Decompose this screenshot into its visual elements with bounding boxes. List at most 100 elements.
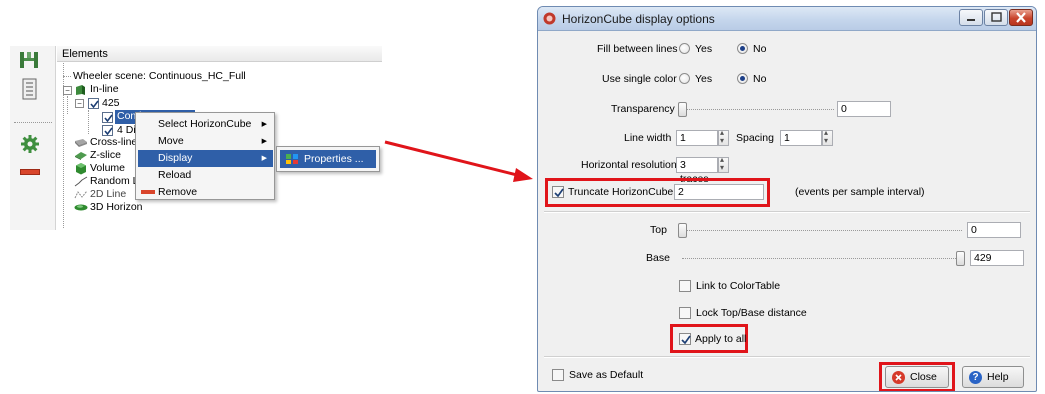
tree-item-crossline[interactable]: Cross-line bbox=[90, 136, 137, 149]
tree-item-zslice[interactable]: Z-slice bbox=[90, 149, 121, 162]
dialog-title: HorizonCube display options bbox=[562, 12, 715, 26]
maximize-button[interactable] bbox=[984, 9, 1008, 26]
transparency-label: Transparency bbox=[611, 103, 675, 115]
menu-item-label: Select HorizonCube bbox=[158, 118, 252, 130]
remove-red-icon bbox=[141, 190, 155, 194]
crossline-icon bbox=[74, 138, 88, 148]
base-label: Base bbox=[646, 252, 670, 264]
horizontal-resolution-label: Horizontal resolution bbox=[581, 159, 677, 171]
horizontal-resolution-spinner[interactable] bbox=[718, 155, 729, 173]
apply-to-all-label: Apply to all bbox=[695, 333, 747, 345]
tree-item-3d-horizon[interactable]: 3D Horizon bbox=[90, 201, 143, 214]
top-label: Top bbox=[650, 224, 667, 236]
section-divider bbox=[544, 211, 1030, 213]
spacing-input[interactable]: 1 bbox=[780, 130, 822, 146]
fill-yes-radio[interactable] bbox=[679, 43, 690, 54]
link-colortable-label: Link to ColorTable bbox=[696, 280, 781, 292]
section-divider bbox=[544, 356, 1030, 358]
transparency-slider-handle[interactable] bbox=[678, 102, 687, 117]
horizoncube-display-dialog: HorizonCube display options Fill between… bbox=[537, 6, 1037, 392]
single-color-label: Use single color bbox=[602, 73, 677, 85]
minimize-button[interactable] bbox=[959, 9, 983, 26]
base-value-input[interactable]: 429 bbox=[970, 250, 1024, 266]
menu-item-reload[interactable]: Reload bbox=[138, 167, 273, 184]
single-color-yes-radio[interactable] bbox=[679, 73, 690, 84]
expand-toggle-icon[interactable]: − bbox=[75, 99, 84, 108]
help-button[interactable]: ? Help bbox=[962, 366, 1024, 388]
toolbar-separator bbox=[14, 122, 52, 123]
link-colortable-checkbox[interactable] bbox=[679, 280, 691, 292]
save-as-default-checkbox[interactable] bbox=[552, 369, 564, 381]
close-circle-icon bbox=[892, 371, 905, 384]
tree-connector bbox=[88, 110, 89, 134]
fill-no-radio[interactable] bbox=[737, 43, 748, 54]
menu-item-display[interactable]: Display ▶ bbox=[138, 150, 273, 167]
spacing-spinner[interactable] bbox=[822, 128, 833, 146]
tree-context-menu: Select HorizonCube ▶ Move ▶ Display ▶ Re… bbox=[135, 112, 275, 200]
menu-item-label: Move bbox=[158, 135, 184, 147]
submenu-arrow-icon: ▶ bbox=[261, 138, 267, 145]
menu-item-label: Display bbox=[158, 152, 193, 164]
truncate-value-input[interactable]: 2 bbox=[674, 184, 764, 200]
line-width-input[interactable]: 1 bbox=[676, 130, 718, 146]
lock-top-base-label: Lock Top/Base distance bbox=[696, 307, 807, 319]
4d-checkbox[interactable] bbox=[102, 125, 113, 136]
tree-scene-label[interactable]: Wheeler scene: Continuous_HC_Full bbox=[73, 70, 246, 83]
tree-item-volume[interactable]: Volume bbox=[90, 162, 125, 175]
menu-item-move[interactable]: Move ▶ bbox=[138, 133, 273, 150]
properties-icon bbox=[285, 153, 299, 165]
well-log-icon[interactable] bbox=[22, 78, 38, 100]
submenu-arrow-icon: ▶ bbox=[261, 121, 267, 128]
transparency-slider-track[interactable] bbox=[680, 109, 834, 110]
top-slider-handle[interactable] bbox=[678, 223, 687, 238]
tree-item-inline[interactable]: In-line bbox=[90, 83, 119, 96]
zslice-icon bbox=[74, 151, 88, 161]
app-icon bbox=[543, 12, 556, 25]
3d-horizon-icon bbox=[74, 203, 88, 212]
menu-item-properties[interactable]: Properties ... bbox=[280, 150, 376, 168]
line-425-checkbox[interactable] bbox=[88, 98, 99, 109]
tree-toolbar bbox=[10, 46, 56, 230]
transparency-input[interactable]: 0 bbox=[837, 101, 891, 117]
dialog-titlebar[interactable]: HorizonCube display options bbox=[538, 7, 1036, 31]
fill-between-lines-label: Fill between lines bbox=[597, 43, 678, 55]
close-button[interactable]: Close bbox=[885, 366, 949, 388]
tree-item-2d-line[interactable]: 2D Line bbox=[90, 188, 126, 201]
horizon-tool-icon[interactable] bbox=[18, 51, 42, 69]
tree-item-random-line[interactable]: Random L bbox=[90, 175, 138, 188]
save-as-default-label: Save as Default bbox=[569, 369, 644, 381]
window-close-button[interactable] bbox=[1009, 9, 1033, 26]
fill-no-label: No bbox=[753, 43, 767, 55]
base-slider-handle[interactable] bbox=[956, 251, 965, 266]
inline-icon bbox=[74, 84, 86, 96]
tree-connector bbox=[67, 96, 68, 114]
single-color-no-radio[interactable] bbox=[737, 73, 748, 84]
lock-top-base-checkbox[interactable] bbox=[679, 307, 691, 319]
menu-item-select-horizoncube[interactable]: Select HorizonCube ▶ bbox=[138, 116, 273, 133]
menu-item-label: Remove bbox=[158, 186, 198, 198]
top-slider-track[interactable] bbox=[682, 230, 962, 231]
apply-to-all-checkbox[interactable] bbox=[679, 333, 691, 345]
menu-item-label: Properties ... bbox=[304, 153, 364, 165]
base-slider-track[interactable] bbox=[682, 258, 958, 259]
menu-item-label: Reload bbox=[158, 169, 192, 181]
top-value-input[interactable]: 0 bbox=[967, 222, 1021, 238]
remove-red-icon[interactable] bbox=[20, 169, 40, 175]
expand-toggle-icon[interactable]: − bbox=[63, 86, 72, 95]
line-width-label: Line width bbox=[624, 132, 672, 144]
single-color-no-label: No bbox=[753, 73, 767, 85]
tree-item-425[interactable]: 425 bbox=[102, 97, 120, 110]
horizontal-resolution-input[interactable]: 3 traces bbox=[676, 157, 718, 185]
truncate-horizoncube-checkbox[interactable] bbox=[552, 186, 564, 198]
horizoncube-checkbox[interactable] bbox=[102, 112, 113, 123]
fill-yes-label: Yes bbox=[695, 43, 713, 55]
single-color-yes-label: Yes bbox=[695, 73, 713, 85]
2d-line-icon bbox=[74, 189, 88, 200]
close-button-label: Close bbox=[910, 371, 937, 383]
menu-item-remove[interactable]: Remove bbox=[138, 184, 273, 201]
display-submenu: Properties ... bbox=[276, 146, 380, 172]
line-width-spinner[interactable] bbox=[718, 128, 729, 146]
truncate-horizoncube-label: Truncate HorizonCube bbox=[568, 186, 674, 198]
settings-gear-icon[interactable] bbox=[20, 134, 40, 154]
pointer-arrow bbox=[384, 140, 533, 182]
